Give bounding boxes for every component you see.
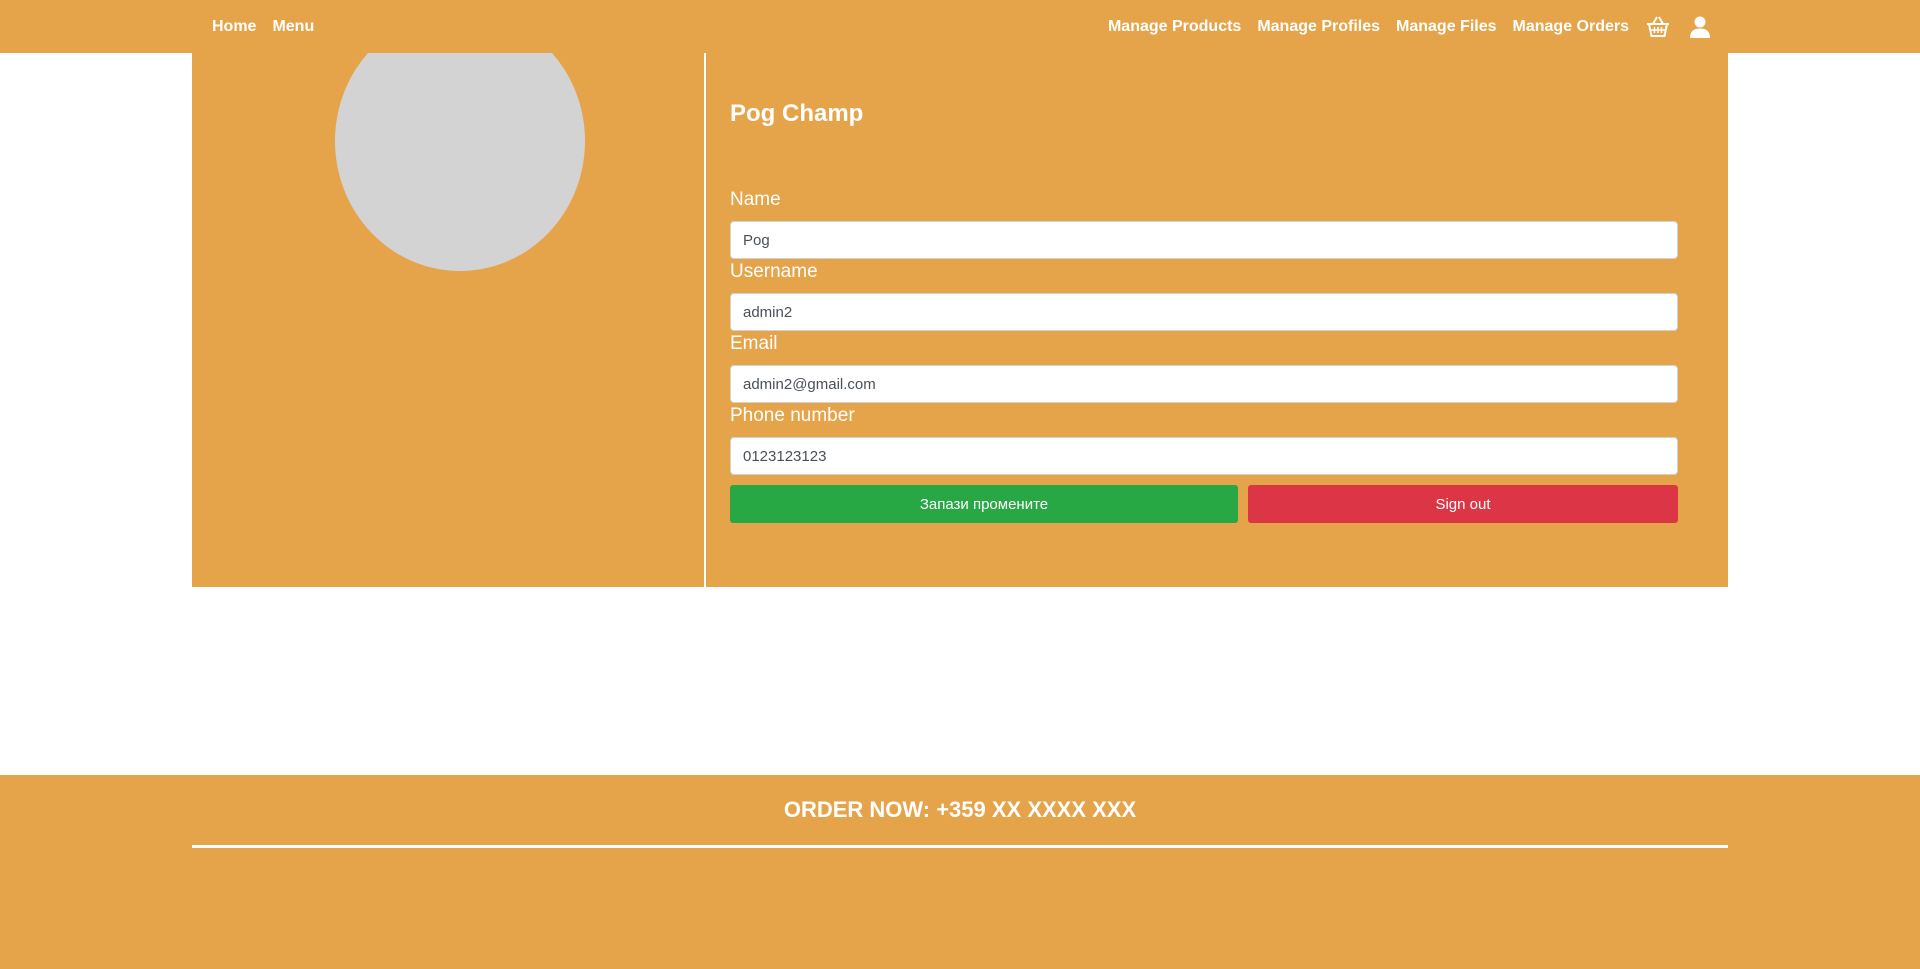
user-icon[interactable]	[1687, 14, 1713, 40]
nav-manage-files-link[interactable]: Manage Files	[1396, 18, 1496, 36]
basket-icon[interactable]	[1645, 14, 1671, 40]
username-field[interactable]	[730, 293, 1678, 331]
sign-out-button[interactable]: Sign out	[1248, 485, 1678, 523]
footer: ORDER NOW: +359 XX XXXX XXX	[0, 775, 1920, 969]
nav-right: Manage Products Manage Profiles Manage F…	[1108, 0, 1713, 53]
nav-left: Home Menu	[212, 0, 314, 53]
profile-form: Pog Champ Name Username Email Phone numb…	[730, 53, 1678, 587]
phone-field[interactable]	[730, 437, 1678, 475]
footer-divider	[192, 845, 1728, 848]
email-label: Email	[730, 333, 778, 354]
nav-home-link[interactable]: Home	[212, 18, 256, 36]
profile-panel: Pog Champ Name Username Email Phone numb…	[192, 53, 1728, 587]
profile-display-name: Pog Champ	[730, 100, 864, 127]
username-label: Username	[730, 261, 818, 282]
nav-manage-orders-link[interactable]: Manage Orders	[1513, 18, 1629, 36]
phone-label: Phone number	[730, 405, 855, 426]
email-field[interactable]	[730, 365, 1678, 403]
nav-manage-products-link[interactable]: Manage Products	[1108, 18, 1241, 36]
nav-menu-link[interactable]: Menu	[272, 18, 314, 36]
top-navbar: Home Menu Manage Products Manage Profile…	[0, 0, 1920, 53]
order-now-text: ORDER NOW: +359 XX XXXX XXX	[783, 797, 1137, 822]
profile-avatar-column	[192, 53, 705, 587]
name-label: Name	[730, 189, 781, 210]
save-changes-button[interactable]: Запази промените	[730, 485, 1238, 523]
avatar	[335, 53, 585, 271]
nav-manage-profiles-link[interactable]: Manage Profiles	[1257, 18, 1380, 36]
name-field[interactable]	[730, 221, 1678, 259]
vertical-divider	[704, 53, 706, 587]
